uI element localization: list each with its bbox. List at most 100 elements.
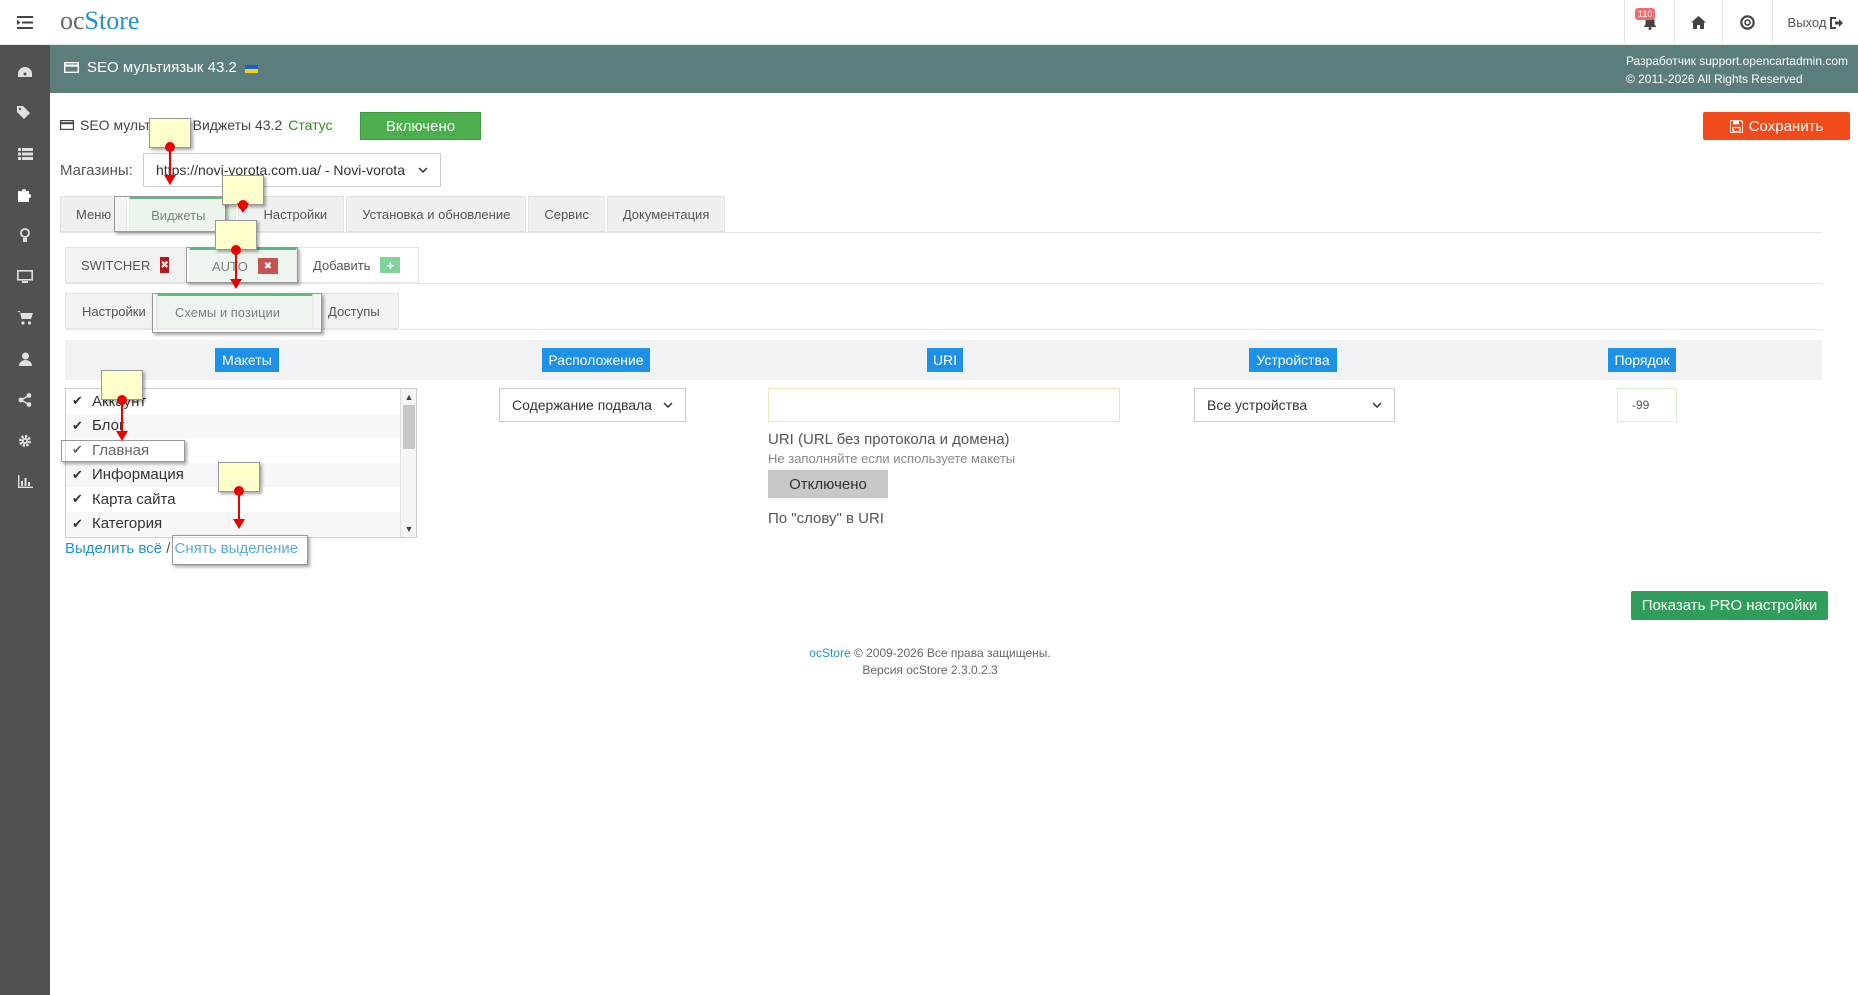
annotation-arrow <box>164 142 176 185</box>
uri-label: URI (URL без протокола и домена) <box>768 431 1010 448</box>
logout-button[interactable]: Выход <box>1772 0 1858 45</box>
chevron-down-icon <box>418 167 428 173</box>
list-icon <box>17 147 33 160</box>
sidebar-item-display[interactable] <box>0 256 50 297</box>
ukraine-flag-icon <box>244 64 258 73</box>
tab-service[interactable]: Сервис <box>528 196 605 232</box>
stores-label: Магазины: <box>60 162 133 179</box>
tags-icon <box>17 105 30 119</box>
sidebar-item-system[interactable] <box>0 420 50 461</box>
uri-word-toggle-button[interactable]: Отключено <box>768 470 888 498</box>
puzzle-icon <box>17 189 31 202</box>
check-icon: ✔ <box>72 466 83 482</box>
footer: ocStore © 2009-2026 Все права защищены. … <box>700 645 1160 679</box>
show-pro-settings-button[interactable]: Показать PRO настройки <box>1631 591 1828 620</box>
table-header: Макеты Расположение URI Устройства Поряд… <box>65 340 1822 380</box>
chevron-down-icon <box>663 402 673 408</box>
dashboard-icon <box>18 66 32 77</box>
home-button[interactable] <box>1674 0 1722 45</box>
add-widget-button[interactable]: Добавить + <box>297 247 419 283</box>
sidebar-item-sales[interactable] <box>0 297 50 338</box>
devices-select[interactable]: Все устройства <box>1194 388 1395 422</box>
plus-icon: + <box>380 257 401 273</box>
footer-brand-link[interactable]: ocStore <box>809 646 850 660</box>
module-status-line: SEO мультиязык Виджеты 43.2 Статус <box>60 117 333 133</box>
position-select[interactable]: Содержание подвала <box>499 388 686 422</box>
annotation-arrow <box>233 486 245 529</box>
column-uri: URI <box>927 348 963 372</box>
sidebar-item-design[interactable] <box>0 215 50 256</box>
bar-chart-icon <box>17 475 33 488</box>
select-all-link[interactable]: Выделить всё <box>65 540 162 557</box>
annotation-highlight <box>152 293 322 333</box>
page-title: SEO мультиязык 43.2 <box>64 59 258 76</box>
sidebar-item-customers[interactable] <box>0 338 50 379</box>
menu-toggle-button[interactable] <box>0 0 50 45</box>
status-label: Статус <box>288 117 333 133</box>
annotation-arrow <box>230 245 242 289</box>
sidebar-item-dashboard[interactable] <box>0 51 50 92</box>
column-devices: Устройства <box>1249 348 1337 372</box>
annotation-highlight <box>114 196 226 232</box>
tab-documentation[interactable]: Документация <box>606 196 726 232</box>
subtab-settings[interactable]: Настройки <box>65 293 157 329</box>
listbox-scrollbar[interactable]: ▲ ▼ <box>400 389 416 537</box>
cart-icon <box>17 310 33 325</box>
uri-input[interactable] <box>768 388 1120 422</box>
widget-tab-switcher[interactable]: SWITCHER ✖ <box>65 247 185 283</box>
logo[interactable]: ocStore <box>60 6 139 36</box>
uri-word-label: По "слову" в URI <box>768 510 884 527</box>
store-select[interactable]: https://novi-vorota.com.ua/ - Novi-vorot… <box>143 153 441 187</box>
lifebuoy-icon <box>1740 15 1755 30</box>
remove-widget-button[interactable]: ✖ <box>160 257 169 273</box>
column-order: Порядок <box>1608 348 1676 372</box>
top-header: ocStore 110 Выход <box>0 0 1858 45</box>
chevron-up-icon[interactable]: ▲ <box>403 390 415 404</box>
sidebar-item-reports[interactable] <box>0 461 50 502</box>
user-icon <box>18 352 32 366</box>
order-input[interactable]: -99 <box>1617 388 1677 422</box>
annotation-arrow <box>116 395 128 441</box>
credit-card-icon <box>60 120 74 130</box>
column-layouts: Макеты <box>215 348 279 372</box>
annotation-highlight <box>61 440 185 462</box>
gear-icon <box>19 434 31 447</box>
credit-card-icon <box>64 62 79 73</box>
sidebar-item-lists[interactable] <box>0 133 50 174</box>
developer-info: Разработчик support.opencartadmin.com © … <box>1625 54 1848 86</box>
share-icon <box>18 392 32 407</box>
floppy-icon <box>1729 119 1743 133</box>
sidebar-item-catalog[interactable] <box>0 92 50 133</box>
lightbulb-icon <box>20 228 30 242</box>
chevron-down-icon[interactable]: ▼ <box>403 522 415 536</box>
divider <box>65 283 1822 284</box>
column-position: Расположение <box>542 348 650 372</box>
annotation-highlight <box>186 247 298 283</box>
sidebar <box>0 45 50 995</box>
save-button[interactable]: Сохранить <box>1703 112 1850 140</box>
footer-version: Версия ocStore 2.3.0.2.3 <box>862 663 998 677</box>
sidebar-item-extensions[interactable] <box>0 174 50 215</box>
chevron-down-icon <box>1372 402 1382 408</box>
sidebar-item-marketing[interactable] <box>0 379 50 420</box>
home-icon <box>1691 16 1706 29</box>
annotation-highlight <box>172 535 308 565</box>
check-icon: ✔ <box>72 515 83 531</box>
notifications-badge: 110 <box>1635 8 1656 20</box>
scrollbar-thumb[interactable] <box>403 405 415 449</box>
check-icon: ✔ <box>72 417 83 433</box>
sign-out-icon <box>1830 16 1844 29</box>
help-button[interactable] <box>1722 0 1772 45</box>
subtab-access[interactable]: Доступы <box>313 293 399 329</box>
divider <box>60 232 1822 233</box>
divider <box>65 329 1822 330</box>
monitor-icon <box>17 270 33 283</box>
menu-toggle-icon <box>17 16 33 29</box>
tab-install-update[interactable]: Установка и обновление <box>346 196 527 232</box>
page-header-band: SEO мультиязык 43.2 Разработчик support.… <box>50 45 1858 93</box>
status-enabled-button[interactable]: Включено <box>360 112 481 140</box>
uri-help-text: Не заполняйте если используете макеты <box>768 451 1016 466</box>
check-icon: ✔ <box>72 393 83 409</box>
notifications-button[interactable]: 110 <box>1624 0 1674 45</box>
check-icon: ✔ <box>72 491 83 507</box>
